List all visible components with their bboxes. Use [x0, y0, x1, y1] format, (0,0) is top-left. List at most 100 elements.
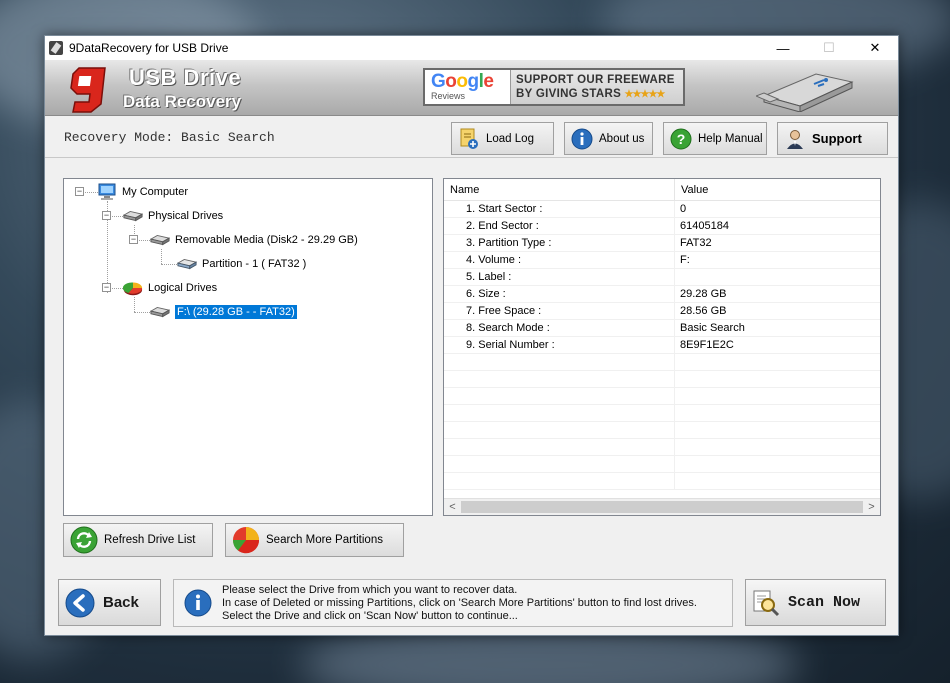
tree-node-logical-drive-f[interactable]: F:\ (29.28 GB - - FAT32)	[150, 303, 297, 321]
cell-property-value: F:	[680, 254, 690, 266]
app-window: 9DataRecovery for USB Drive — ☐ ✕ USB Dr…	[44, 35, 899, 636]
cell-empty	[675, 354, 680, 370]
brand-title: USB Drive	[129, 65, 242, 90]
expander-physical-drives[interactable]: −	[102, 211, 111, 220]
table-row[interactable]: 9. Serial Number : 8E9F1E2C	[444, 337, 880, 354]
cell-empty	[444, 354, 675, 370]
cell-empty	[675, 388, 680, 404]
support-button[interactable]: Support	[777, 122, 888, 155]
cell-empty	[444, 388, 675, 404]
table-row[interactable]: 3. Partition Type : FAT32	[444, 235, 880, 252]
cell-property-name: 1. Start Sector :	[444, 201, 675, 217]
nine-logo-icon	[70, 67, 106, 113]
about-us-button[interactable]: About us	[564, 122, 653, 155]
scrollbar-thumb[interactable]	[461, 501, 863, 513]
expander-removable-media[interactable]: −	[129, 235, 138, 244]
cell-empty	[444, 405, 675, 421]
cell-property-name: 6. Size :	[444, 286, 675, 302]
back-button[interactable]: Back	[58, 579, 161, 626]
maximize-button[interactable]: ☐	[806, 36, 852, 60]
expander-logical-drives[interactable]: −	[102, 283, 111, 292]
tree-label: Partition - 1 ( FAT32 )	[202, 258, 307, 270]
search-more-partitions-button[interactable]: Search More Partitions	[225, 523, 404, 557]
google-reviews-label: Reviews	[431, 91, 466, 101]
info-icon	[184, 589, 212, 617]
log-file-icon	[458, 128, 480, 150]
cell-empty	[675, 422, 680, 438]
expander-my-computer[interactable]: −	[75, 187, 84, 196]
load-log-button[interactable]: Load Log	[451, 122, 554, 155]
minimize-button[interactable]: —	[760, 36, 806, 60]
info-line-3: Select the Drive and click on 'Scan Now'…	[222, 609, 518, 622]
drive-tree[interactable]: − − − − My Computer Physical Drives Remo…	[63, 178, 433, 516]
help-manual-label: Help Manual	[698, 132, 763, 145]
info-message: Please select the Drive from which you w…	[173, 579, 733, 627]
tree-node-logical-drives[interactable]: Logical Drives	[123, 279, 217, 297]
table-row[interactable]: 2. End Sector : 61405184	[444, 218, 880, 235]
info-line-1: Please select the Drive from which you w…	[222, 583, 518, 596]
table-row[interactable]: 7. Free Space : 28.56 GB	[444, 303, 880, 320]
scroll-left-button[interactable]: <	[444, 499, 461, 515]
tree-node-physical-drives[interactable]: Physical Drives	[123, 207, 223, 225]
table-row-empty	[444, 422, 880, 439]
table-row-empty	[444, 354, 880, 371]
refresh-drive-list-button[interactable]: Refresh Drive List	[63, 523, 213, 557]
svg-text:?: ?	[677, 131, 686, 147]
close-button[interactable]: ✕	[852, 36, 898, 60]
removable-drive-icon	[150, 232, 170, 248]
cell-property-value: 61405184	[680, 220, 729, 232]
cell-property-name: 8. Search Mode :	[444, 320, 675, 336]
hard-drive-icon	[123, 208, 143, 224]
partition-pie-icon	[232, 527, 260, 554]
cell-empty	[675, 439, 680, 455]
drive-properties-grid[interactable]: Name Value 1. Start Sector : 0 2. End Sect…	[443, 178, 881, 516]
tree-node-removable-media[interactable]: Removable Media (Disk2 - 29.29 GB)	[150, 231, 358, 249]
cell-property-name: 9. Serial Number :	[444, 337, 675, 353]
table-row[interactable]: 5. Label :	[444, 269, 880, 286]
header-banner: USB Drive Data Recovery Google Reviews S…	[45, 60, 898, 116]
table-row-empty	[444, 473, 880, 490]
back-arrow-icon	[65, 588, 95, 617]
info-icon	[571, 128, 593, 150]
table-row[interactable]: 8. Search Mode : Basic Search	[444, 320, 880, 337]
tree-node-partition[interactable]: Partition - 1 ( FAT32 )	[177, 255, 306, 273]
window-title: 9DataRecovery for USB Drive	[69, 41, 229, 55]
refresh-label: Refresh Drive List	[104, 534, 196, 546]
cell-property-value: 28.56 GB	[680, 305, 727, 317]
scan-now-button[interactable]: Scan Now	[745, 579, 886, 626]
tree-label: Removable Media (Disk2 - 29.29 GB)	[175, 234, 358, 246]
cell-empty	[444, 439, 675, 455]
cell-property-value: 29.28 GB	[680, 288, 727, 300]
refresh-icon	[70, 526, 98, 554]
back-label: Back	[103, 594, 139, 611]
tree-node-my-computer[interactable]: My Computer	[97, 183, 188, 201]
cell-property-name: 5. Label :	[444, 269, 675, 285]
title-bar[interactable]: 9DataRecovery for USB Drive — ☐ ✕	[45, 36, 898, 60]
table-row[interactable]: 4. Volume : F:	[444, 252, 880, 269]
tree-label: My Computer	[122, 186, 189, 198]
stars-icon: ★★★★★	[624, 88, 666, 100]
table-row-empty	[444, 456, 880, 473]
horizontal-scrollbar[interactable]: < >	[444, 498, 880, 515]
support-label: Support	[812, 131, 862, 146]
google-reviews-banner[interactable]: Google Reviews SUPPORT OUR FREEWARE BY G…	[423, 68, 685, 106]
app-icon	[49, 41, 63, 55]
support-person-icon	[784, 128, 806, 150]
column-header-name[interactable]: Name	[444, 179, 675, 200]
scroll-right-button[interactable]: >	[863, 499, 880, 515]
table-row-empty	[444, 405, 880, 422]
mode-toolbar: Recovery Mode: Basic Search Load Log Abo…	[45, 116, 898, 158]
cell-property-value: FAT32	[680, 237, 712, 249]
cell-property-value: 8E9F1E2C	[680, 339, 734, 351]
table-row-empty	[444, 439, 880, 456]
load-log-label: Load Log	[486, 132, 534, 145]
search-more-label: Search More Partitions	[266, 534, 383, 546]
column-header-value[interactable]: Value	[675, 179, 708, 200]
table-row[interactable]: 1. Start Sector : 0	[444, 201, 880, 218]
cell-property-value: 0	[680, 203, 687, 215]
table-row[interactable]: 6. Size : 29.28 GB	[444, 286, 880, 303]
cell-empty	[675, 405, 680, 421]
promo-line-2: BY GIVING STARS ★★★★★	[516, 87, 666, 100]
help-manual-button[interactable]: ? Help Manual	[663, 122, 767, 155]
cell-empty	[444, 422, 675, 438]
